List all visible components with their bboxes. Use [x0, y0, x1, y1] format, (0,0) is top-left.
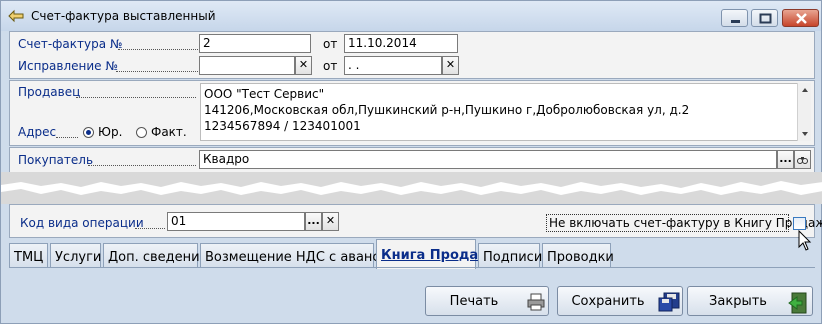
correction-date-field[interactable]: . .: [344, 56, 442, 75]
print-button[interactable]: Печать: [425, 286, 549, 316]
seller-label: Продавец: [18, 85, 81, 99]
clear-x-icon: ✕: [298, 58, 309, 71]
clear-x-icon: ✕: [325, 214, 336, 227]
tab-tmc[interactable]: ТМЦ: [9, 243, 48, 268]
mouse-cursor-icon: [798, 230, 812, 251]
close-button-label: Закрыть: [709, 294, 767, 309]
clear-correction-number-button[interactable]: ✕: [295, 56, 312, 75]
ellipsis-icon: ...: [307, 214, 320, 227]
print-button-label: Печать: [449, 294, 499, 309]
operation-code-select-button[interactable]: ...: [305, 212, 322, 231]
window-title: Счет-фактура выставленный: [31, 9, 216, 23]
printer-icon: [526, 292, 546, 312]
seller-inn-kpp: 1234567894 / 123401001: [204, 119, 361, 133]
buyer-label: Покупатель: [18, 153, 94, 167]
clear-correction-date-button[interactable]: ✕: [442, 56, 459, 75]
seller-info-box[interactable]: ООО "Тест Сервис" 141206,Московская обл,…: [200, 83, 798, 141]
seller-panel: Продавец Адрес Юр. Факт. ООО "Тест Серви…: [9, 80, 815, 146]
address-actual-radio[interactable]: [136, 127, 147, 138]
leader-dots: [116, 71, 198, 72]
exit-door-icon: [788, 292, 808, 314]
seller-name: ООО "Тест Сервис": [204, 87, 325, 101]
exclude-from-sales-book-label[interactable]: Не включать счет-фактуру в Книгу Продаж: [546, 214, 822, 232]
correction-date-from-label: от: [323, 59, 338, 73]
clear-x-icon: ✕: [445, 58, 456, 71]
buyer-field[interactable]: Квадро: [199, 150, 777, 169]
address-legal-label[interactable]: Юр.: [98, 125, 122, 139]
address-label: Адрес: [18, 125, 57, 139]
leader-dots: [118, 49, 198, 50]
invoice-number-label: Счет-фактура №: [18, 37, 123, 51]
leader-dots: [76, 97, 196, 98]
save-button[interactable]: Сохранить: [557, 286, 683, 316]
correction-number-field[interactable]: [199, 56, 295, 75]
buyer-select-button[interactable]: ...: [777, 150, 794, 169]
tab-signatures[interactable]: Подписи: [478, 243, 542, 268]
tab-strip-baseline: [9, 267, 815, 268]
invoice-date-from-label: от: [323, 37, 338, 51]
correction-number-label: Исправление №: [18, 59, 118, 73]
leader-dots: [135, 228, 165, 229]
maximize-button[interactable]: [751, 9, 778, 27]
tab-sales-book[interactable]: Книга Продаж: [376, 239, 491, 269]
minimize-button[interactable]: [721, 9, 748, 27]
leader-dots: [56, 137, 78, 138]
address-legal-radio[interactable]: [83, 127, 94, 138]
close-window-button[interactable]: [782, 9, 819, 27]
seller-address: 141206,Московская обл,Пушкинский р-н,Пуш…: [204, 103, 690, 117]
tab-additional-info[interactable]: Доп. сведения: [103, 243, 207, 268]
close-button[interactable]: Закрыть: [687, 286, 813, 316]
torn-edge-divider: [1, 172, 822, 204]
title-bar: Счет-фактура выставленный: [1, 1, 821, 31]
app-icon: [8, 9, 24, 23]
binoculars-icon: [797, 157, 808, 164]
seller-scrollbar[interactable]: [797, 83, 811, 141]
operation-code-clear-button[interactable]: ✕: [322, 212, 339, 231]
operation-code-field[interactable]: 01: [167, 212, 305, 231]
save-button-label: Сохранить: [571, 294, 645, 309]
buyer-open-card-button[interactable]: [794, 150, 811, 169]
tab-services[interactable]: Услуги: [50, 243, 101, 268]
invoice-number-field[interactable]: 2: [199, 34, 311, 53]
invoice-window: Счет-фактура выставленный Счет-фактура №…: [0, 0, 822, 324]
address-actual-label[interactable]: Факт.: [151, 125, 187, 139]
invoice-header-panel: Счет-фактура № 2 от 11.10.2014 Исправлен…: [9, 31, 815, 79]
buyer-panel: Покупатель Квадро ...: [9, 147, 815, 173]
exclude-from-sales-book-checkbox[interactable]: [793, 217, 806, 230]
leader-dots: [88, 165, 196, 166]
tab-vat-refund[interactable]: Возмещение НДС с авансов: [200, 243, 395, 268]
ellipsis-icon: ...: [779, 152, 792, 165]
tab-postings[interactable]: Проводки: [542, 243, 614, 268]
operation-code-label: Код вида операции: [20, 216, 144, 230]
invoice-date-field[interactable]: 11.10.2014: [344, 34, 458, 53]
floppy-disk-icon: [658, 292, 680, 312]
